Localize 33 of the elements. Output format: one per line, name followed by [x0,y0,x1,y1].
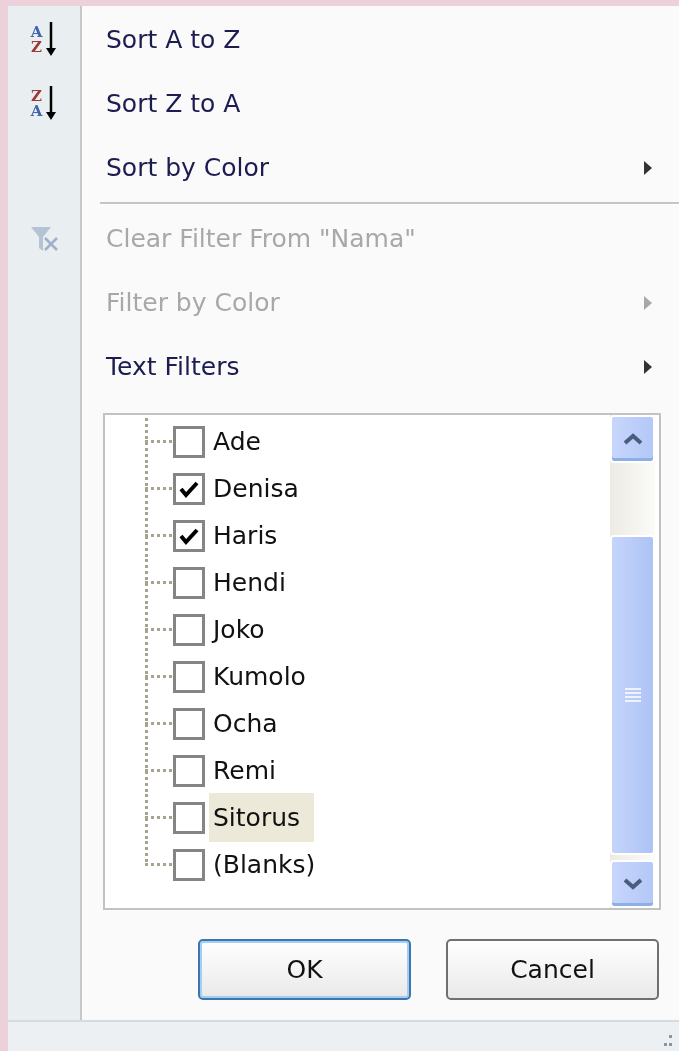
dialog-button[interactable]: Cancel [446,939,659,1000]
scrollbar[interactable] [610,415,655,908]
submenu-arrow-icon [644,296,653,310]
scroll-thumb[interactable] [610,535,655,855]
clear-filter-icon [29,224,59,254]
scroll-up-button[interactable] [610,415,655,463]
sort-icon: A Z [30,22,58,58]
grip-icon [622,687,643,703]
checkbox[interactable] [173,754,205,787]
arrow-down-icon [45,86,58,122]
chevron-down-icon [622,878,643,890]
tree-connector [145,418,173,465]
checkbox[interactable] [173,425,205,458]
menu-item[interactable]: Text Filters [8,335,679,399]
checkbox[interactable] [173,660,205,693]
dialog-button[interactable]: OK [198,939,411,1000]
checkbox[interactable] [173,707,205,740]
arrow-down-icon [45,22,58,58]
checkbox[interactable] [173,472,205,505]
checkbox[interactable] [173,566,205,599]
menu-item[interactable]: A Z Sort A to Z [8,8,679,72]
submenu-arrow-icon [644,161,653,175]
checkbox[interactable] [173,801,205,834]
list-item-label[interactable]: Sitorus [209,792,315,843]
sort-icon: Z A [30,86,58,122]
submenu-arrow-icon [644,360,653,374]
scroll-down-button[interactable] [610,860,655,908]
chevron-up-icon [622,433,643,445]
checkbox[interactable] [173,519,205,552]
checkbox[interactable] [173,848,205,881]
menu-item[interactable]: Sort by Color [8,136,679,200]
menu-item[interactable]: Z A Sort Z to A [8,72,679,136]
checkbox[interactable] [173,613,205,646]
